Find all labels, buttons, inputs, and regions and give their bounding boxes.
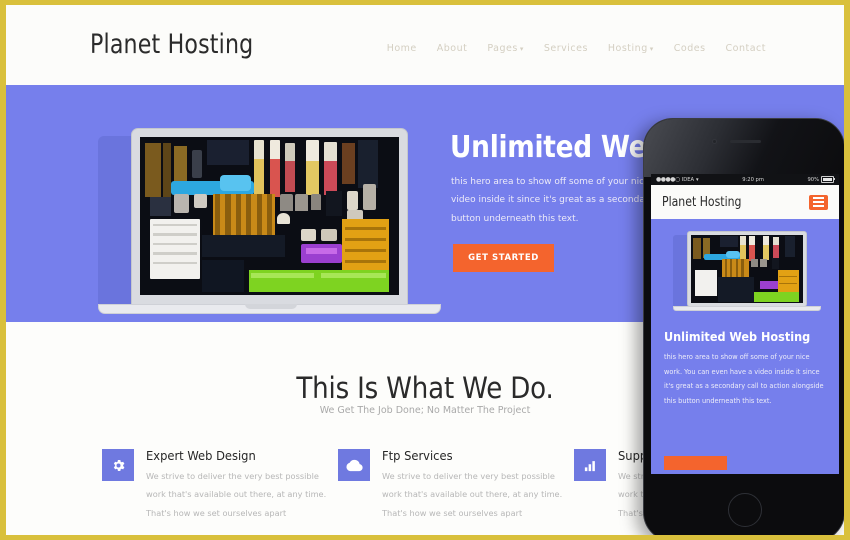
- nav-label: Home: [386, 43, 417, 54]
- site-logo[interactable]: Planet Hosting: [90, 29, 253, 60]
- get-started-button[interactable]: GET STARTED: [453, 244, 554, 272]
- mobile-header: Planet Hosting: [651, 185, 839, 219]
- phone-speaker: [730, 140, 761, 143]
- status-left: ●●●●○ IDEA ▾: [656, 176, 699, 183]
- nav-item-home[interactable]: Home: [387, 43, 417, 54]
- status-right: 90%: [807, 176, 835, 183]
- phone-screen: ●●●●○ IDEA ▾ 9:20 pm 90% Planet Hosting: [651, 174, 839, 474]
- phone-mockup: ●●●●○ IDEA ▾ 9:20 pm 90% Planet Hosting: [643, 118, 844, 535]
- laptop-mockup: [98, 128, 443, 322]
- chevron-down-icon: ▾: [649, 45, 654, 53]
- laptop-screen: [140, 137, 399, 295]
- signal-icon: ●●●●○: [656, 176, 680, 183]
- mobile-laptop-screen: [691, 235, 803, 303]
- feature-title: Expert Web Design: [146, 448, 256, 463]
- mobile-hero-title: Unlimited Web Hosting: [664, 329, 811, 344]
- feature-body: We strive to deliver the very best possi…: [382, 471, 563, 518]
- hamburger-icon[interactable]: [809, 194, 828, 210]
- circuit-board-photo: [140, 137, 399, 295]
- phone-home-button[interactable]: [728, 493, 762, 527]
- gear-icon: [102, 449, 134, 481]
- phone-status-bar: ●●●●○ IDEA ▾ 9:20 pm 90%: [651, 174, 839, 185]
- nav-label: Pages: [487, 43, 518, 54]
- laptop-lid: [131, 128, 408, 306]
- site-header: Planet Hosting Home About Pages ▾ Service…: [6, 5, 844, 85]
- nav-item-contact[interactable]: Contact: [726, 43, 766, 54]
- nav-item-services[interactable]: Services: [544, 43, 588, 54]
- wifi-icon: ▾: [696, 176, 699, 183]
- phone-camera-icon: [712, 139, 717, 144]
- clock-label: 9:20 pm: [742, 176, 764, 183]
- browser-page: Planet Hosting Home About Pages ▾ Service…: [6, 5, 844, 535]
- mobile-hero-description: this hero area to show off some of your …: [664, 353, 824, 405]
- mobile-laptop-lid: [687, 231, 807, 307]
- mobile-get-started-button[interactable]: [664, 456, 727, 470]
- nav-label: Hosting: [607, 43, 648, 54]
- nav-label: Services: [543, 43, 588, 54]
- cloud-icon: [338, 449, 370, 481]
- mobile-laptop-mockup: [673, 231, 821, 319]
- bar-chart-icon: [574, 449, 606, 481]
- chevron-down-icon: ▾: [519, 45, 524, 53]
- nav-label: About: [436, 43, 468, 54]
- nav-item-hosting[interactable]: Hosting ▾: [608, 43, 654, 54]
- phone-top-bezel: [644, 119, 844, 177]
- nav-item-about[interactable]: About: [437, 43, 468, 54]
- carrier-label: IDEA: [681, 176, 695, 183]
- main-navigation: Home About Pages ▾ Services Hosting ▾ Code…: [387, 43, 766, 54]
- nav-label: Contact: [725, 43, 766, 54]
- nav-label: Codes: [673, 43, 706, 54]
- feature-body: We strive to deliver the very best possi…: [146, 471, 327, 518]
- mobile-circuit-board-photo: [691, 235, 803, 303]
- nav-item-pages[interactable]: Pages ▾: [487, 43, 523, 54]
- nav-item-codes[interactable]: Codes: [674, 43, 706, 54]
- battery-percent-label: 90%: [807, 176, 819, 183]
- laptop-notch: [244, 304, 297, 309]
- battery-icon: [821, 176, 835, 183]
- mobile-logo[interactable]: Planet Hosting: [662, 195, 741, 210]
- mobile-laptop-base: [673, 306, 821, 311]
- feature-title: Ftp Services: [382, 448, 453, 463]
